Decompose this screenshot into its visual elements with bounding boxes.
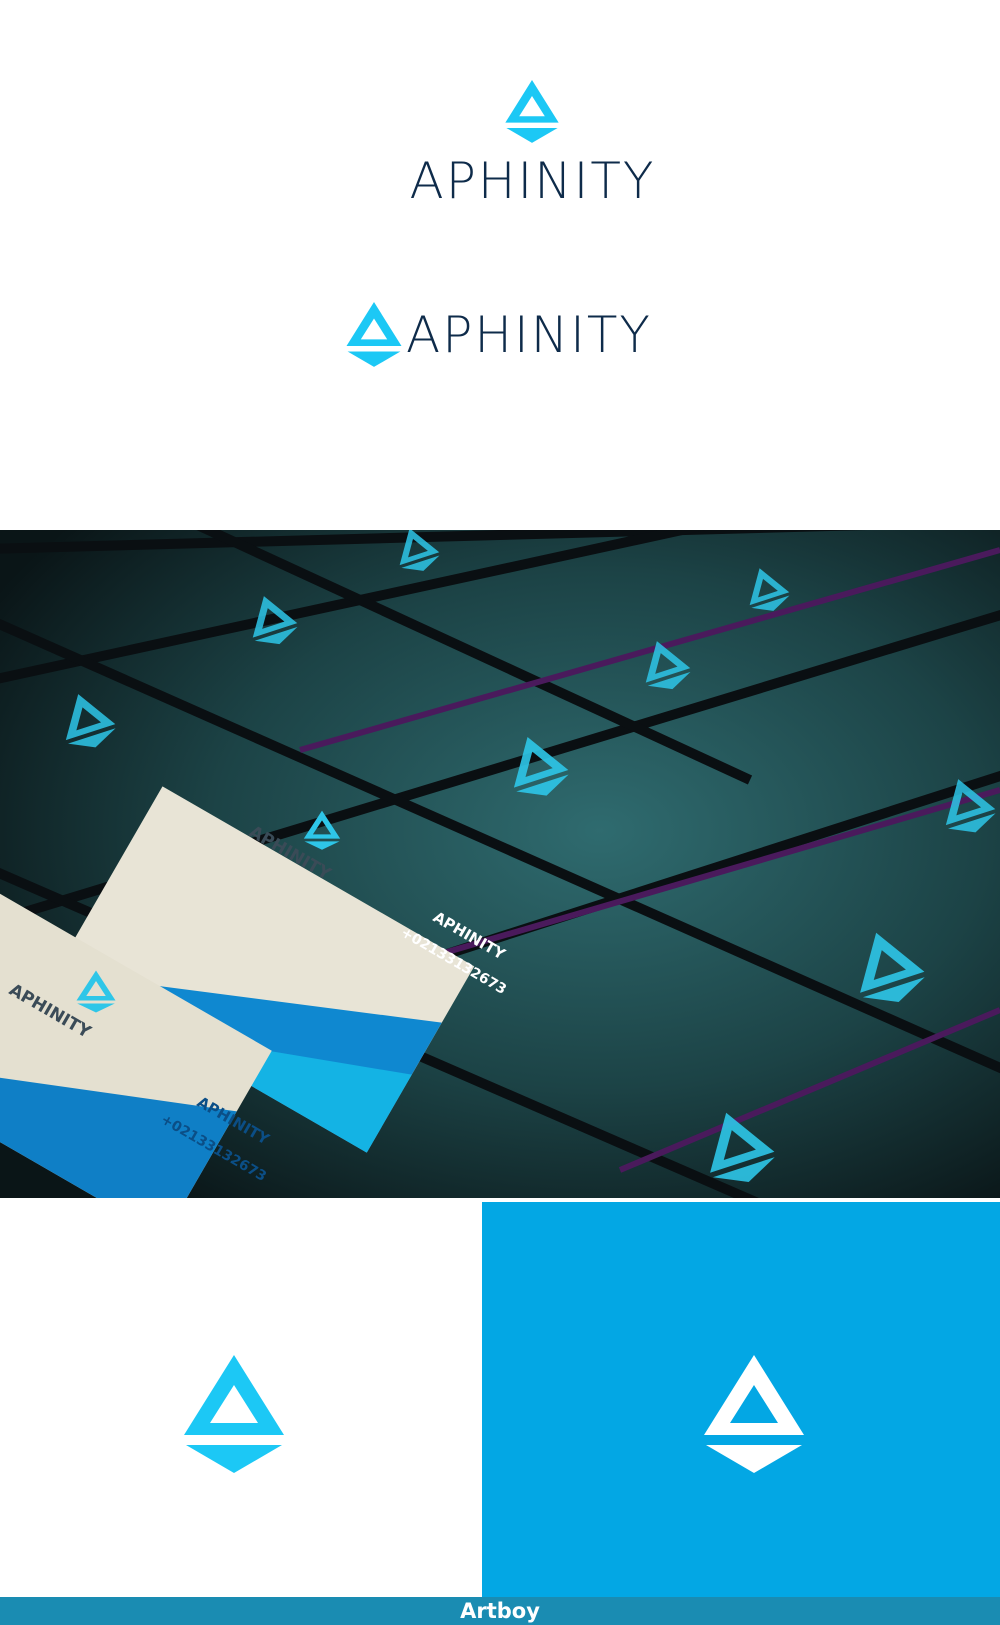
icon-panel-blue: [482, 1202, 1000, 1597]
brand-wordmark: APHINITY: [406, 306, 652, 364]
brand-wordmark: APHINITY: [409, 152, 656, 210]
triangle-logo-icon: [505, 80, 559, 143]
mockup-illustration: APHINITY APHINITY APHINITY +02133132673 …: [0, 530, 1000, 1198]
logo-horizontal: APHINITY: [346, 300, 652, 370]
triangle-logo-icon: [184, 1355, 284, 1473]
icon-panel-light: [0, 1202, 482, 1597]
footer-credit: Artboy: [0, 1597, 1000, 1625]
triangle-logo-icon: [704, 1355, 804, 1473]
triangle-logo-icon: [346, 302, 402, 367]
business-card-mockup: APHINITY APHINITY APHINITY +02133132673 …: [0, 530, 1000, 1198]
logo-stacked: APHINITY: [0, 80, 1000, 220]
